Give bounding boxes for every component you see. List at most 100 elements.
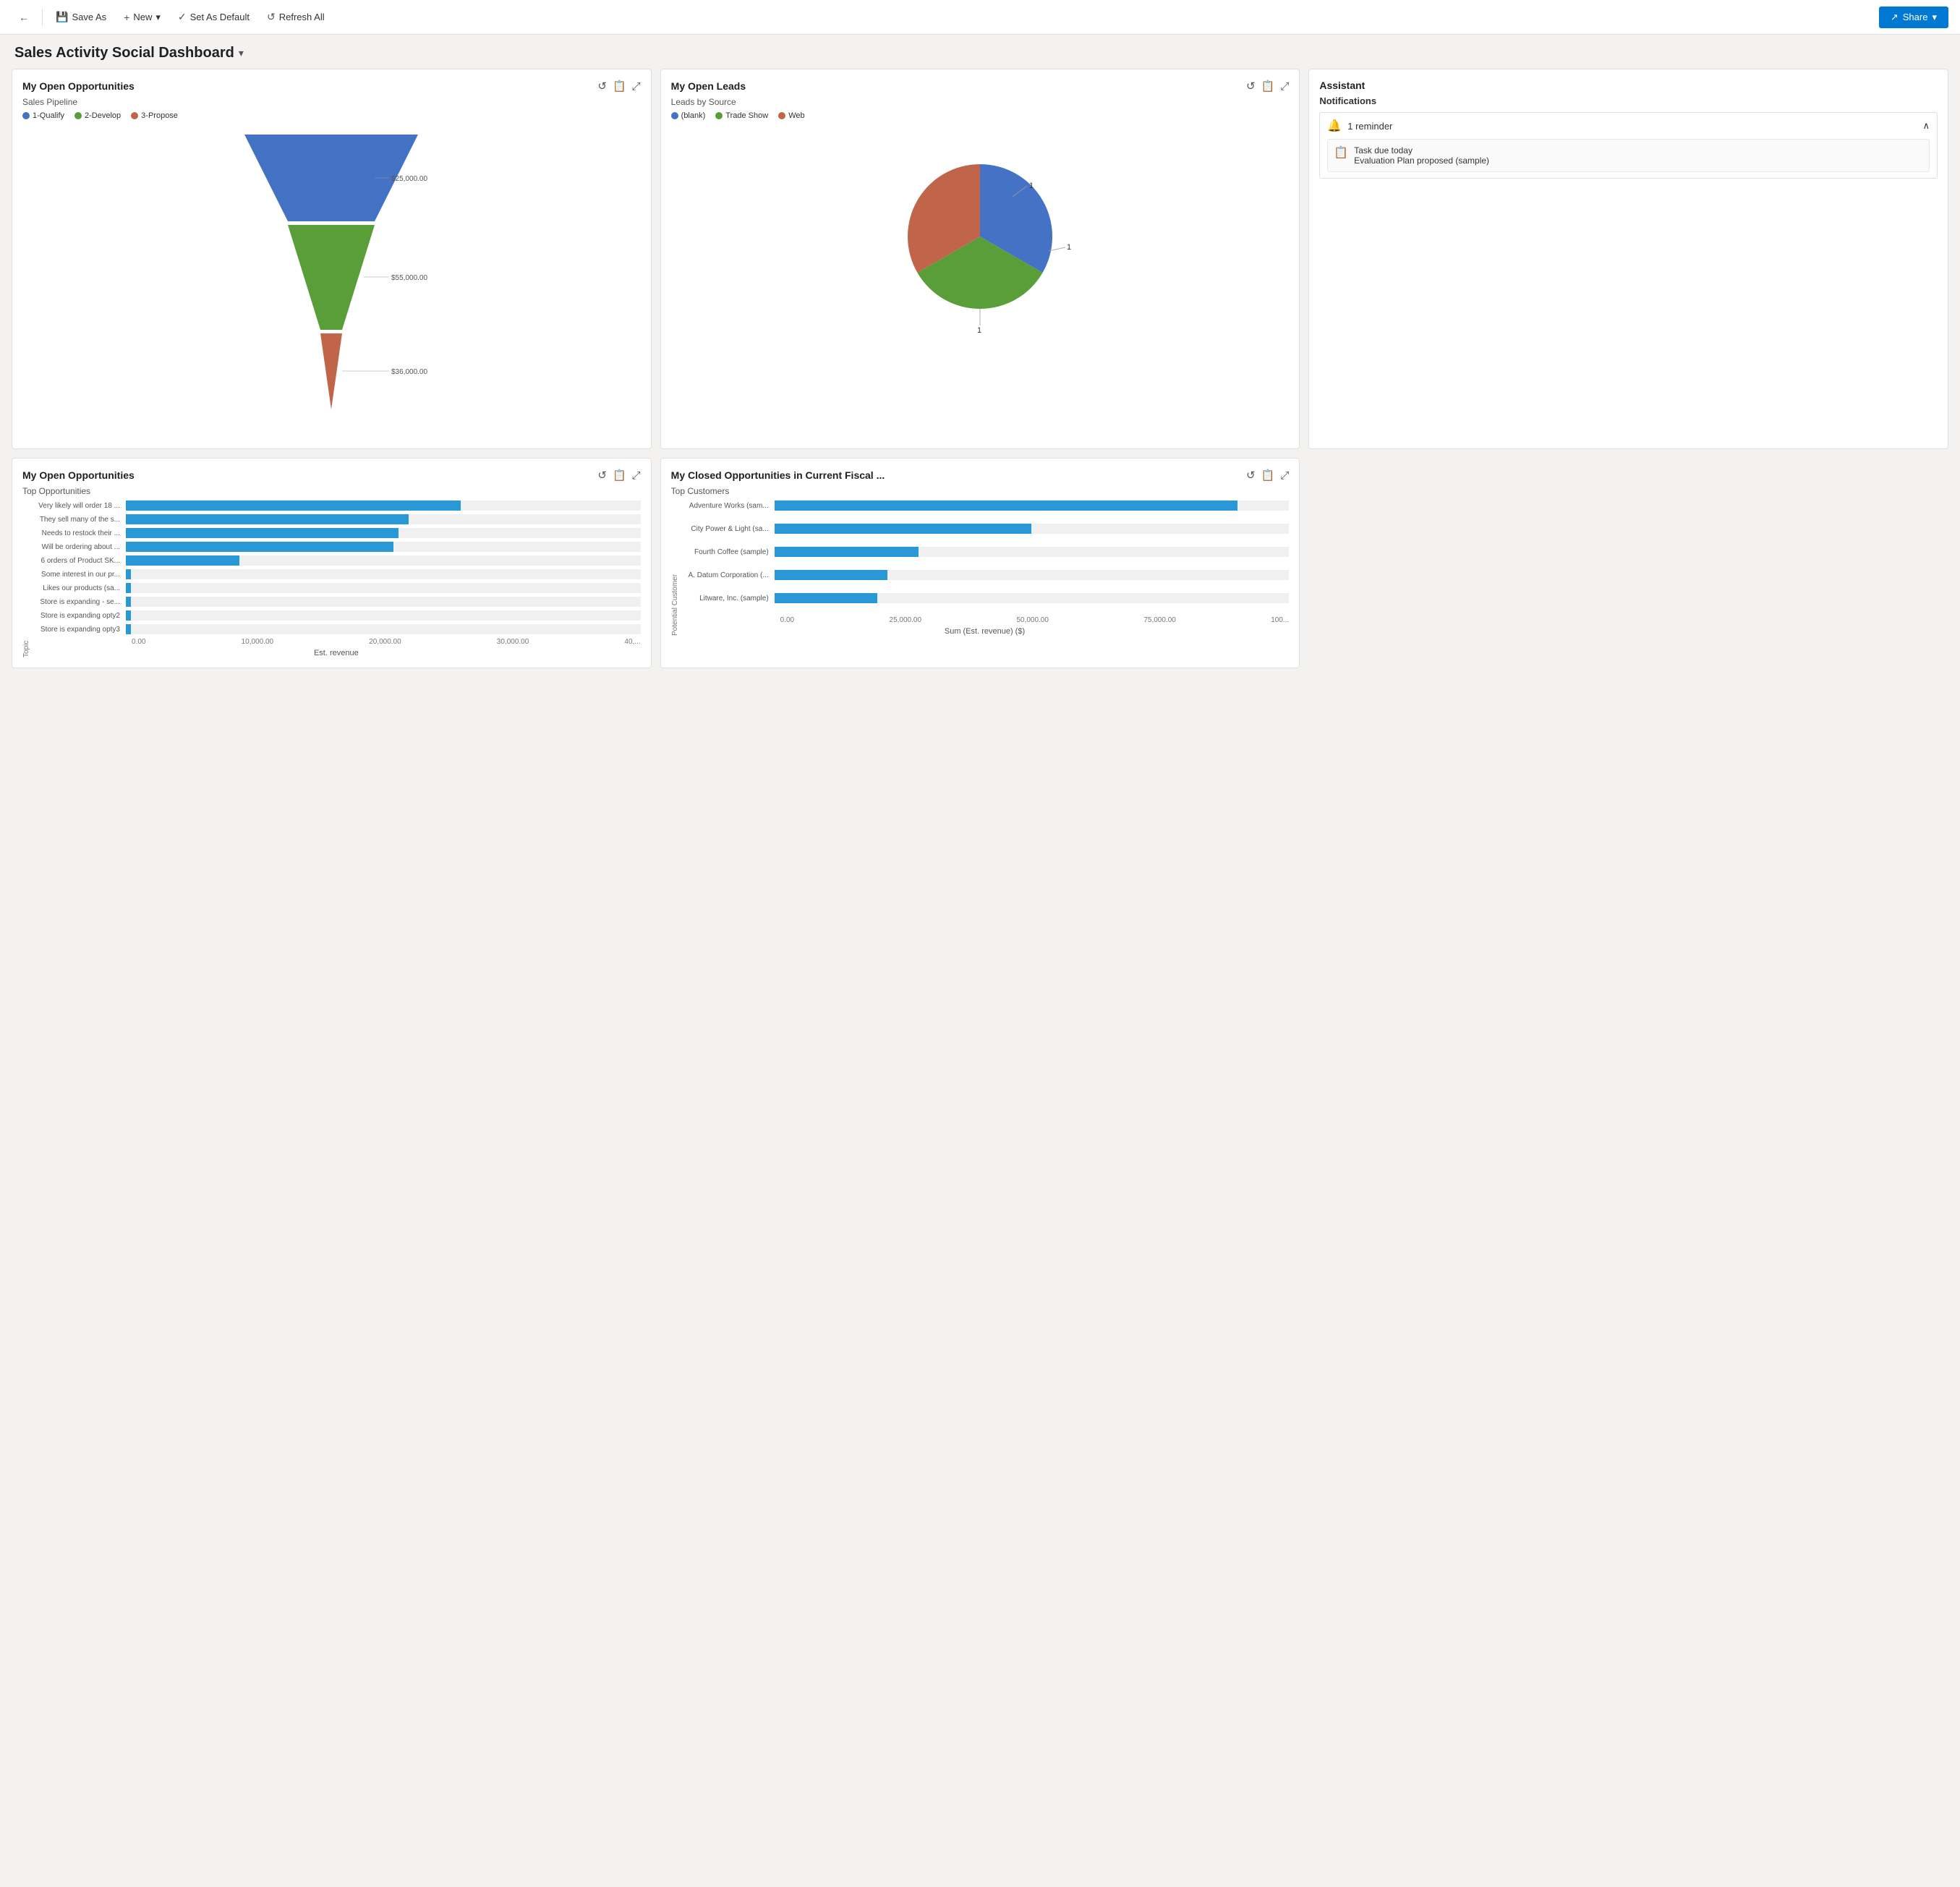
- legend-blank: (blank): [671, 111, 706, 120]
- closed-opp-export-btn[interactable]: 📋: [1261, 469, 1275, 482]
- new-button[interactable]: + New ▾: [116, 7, 168, 27]
- reminder-title-row[interactable]: 🔔 1 reminder ∧: [1327, 119, 1930, 133]
- bar-track: [126, 569, 641, 579]
- bar-label: Store is expanding opty2: [32, 612, 126, 620]
- closed-opp-refresh-btn[interactable]: ↺: [1246, 469, 1256, 482]
- bar-label: Very likely will order 18 ...: [32, 502, 126, 510]
- set-default-button[interactable]: ✓ Set As Default: [171, 7, 257, 27]
- open-opp-title: My Open Opportunities: [22, 80, 135, 92]
- closed-opp-subtitle: Top Customers: [671, 486, 1290, 496]
- bar-label: Litware, Inc. (sample): [681, 595, 775, 602]
- page-title-chevron-icon[interactable]: ▾: [239, 47, 244, 59]
- open-opp-export-btn[interactable]: 📋: [613, 80, 626, 93]
- top-opp-x-label: Est. revenue: [32, 649, 641, 657]
- reminder-content: 📋 Task due today Evaluation Plan propose…: [1327, 139, 1930, 172]
- bar-track: [126, 500, 641, 511]
- set-default-label: Set As Default: [190, 12, 250, 22]
- bar-fill: [775, 547, 919, 557]
- bar-track: [775, 547, 1290, 557]
- toolbar-divider-1: [42, 9, 43, 26]
- open-opp-header: My Open Opportunities ↺ 📋 ⤢: [22, 80, 641, 93]
- page-header: Sales Activity Social Dashboard ▾: [0, 35, 1960, 69]
- refresh-button[interactable]: ↺ Refresh All: [260, 7, 332, 27]
- bar-label: Store is expanding opty3: [32, 626, 126, 634]
- bar-row: Store is expanding opty3: [32, 624, 641, 634]
- bar-label: A. Datum Corporation (...: [681, 571, 775, 579]
- bar-track: [126, 624, 641, 634]
- bar-row: Will be ordering about ...: [32, 542, 641, 552]
- bar-fill: [126, 500, 461, 511]
- open-leads-export-btn[interactable]: 📋: [1261, 80, 1275, 93]
- back-icon: ←: [19, 12, 29, 23]
- legend-develop: 2-Develop: [74, 111, 121, 120]
- web-label: Web: [788, 111, 804, 120]
- bar-track: [126, 528, 641, 538]
- share-button[interactable]: ↗ Share ▾: [1879, 7, 1948, 28]
- bar-row: Litware, Inc. (sample): [681, 593, 1290, 603]
- open-leads-subtitle: Leads by Source: [671, 97, 1290, 107]
- funnel-chart: $25,000.00 $55,000.00 $36,000.00: [22, 127, 641, 431]
- bar-fill: [126, 569, 131, 579]
- reminder-count: 1 reminder: [1347, 121, 1392, 132]
- open-leads-expand-btn[interactable]: ⤢: [1280, 80, 1289, 93]
- bar-label: They sell many of the s...: [32, 516, 126, 524]
- funnel-label-3: $36,000.00: [391, 368, 427, 376]
- bar-label: Adventure Works (sam...: [681, 502, 775, 510]
- closed-opp-bar-chart: Adventure Works (sam... City Power & Lig…: [681, 500, 1290, 636]
- reminder-task-text: Task due today Evaluation Plan proposed …: [1354, 145, 1489, 166]
- assistant-header: Assistant: [1319, 80, 1938, 91]
- toolbar-right: ↗ Share ▾: [1879, 7, 1948, 28]
- bar-row: 6 orders of Product SK...: [32, 555, 641, 566]
- save-as-button[interactable]: 💾 Save As: [48, 7, 114, 27]
- open-leads-legend: (blank) Trade Show Web: [671, 111, 1290, 120]
- pie-label-tradeshow: 1: [1067, 243, 1071, 252]
- bar-track: [775, 524, 1290, 534]
- web-dot: [778, 112, 785, 119]
- top-opp-x-axis: 0.00 10,000.00 20,000.00 30,000.00 40,..…: [32, 638, 641, 646]
- closed-opportunities-card: My Closed Opportunities in Current Fisca…: [660, 458, 1300, 668]
- develop-label: 2-Develop: [85, 111, 121, 120]
- save-icon: 💾: [56, 11, 68, 23]
- open-leads-card: My Open Leads ↺ 📋 ⤢ Leads by Source (bla…: [660, 69, 1300, 449]
- closed-opp-title: My Closed Opportunities in Current Fisca…: [671, 469, 885, 481]
- bar-label: 6 orders of Product SK...: [32, 557, 126, 565]
- open-leads-actions: ↺ 📋 ⤢: [1246, 80, 1289, 93]
- open-opp-legend: 1-Qualify 2-Develop 3-Propose: [22, 111, 641, 120]
- open-opp-subtitle: Sales Pipeline: [22, 97, 641, 107]
- open-leads-header: My Open Leads ↺ 📋 ⤢: [671, 80, 1290, 93]
- open-opp-refresh-btn[interactable]: ↺: [597, 80, 607, 93]
- bar-fill: [126, 555, 239, 566]
- bar-track: [126, 597, 641, 607]
- top-opp-export-btn[interactable]: 📋: [613, 469, 626, 482]
- closed-opp-expand-btn[interactable]: ⤢: [1280, 469, 1289, 482]
- task-icon: 📋: [1334, 145, 1348, 160]
- bar-fill: [775, 593, 877, 603]
- legend-propose: 3-Propose: [131, 111, 178, 120]
- checkmark-icon: ✓: [178, 11, 187, 23]
- top-opp-title: My Open Opportunities: [22, 469, 135, 481]
- bar-row: Adventure Works (sam...: [681, 500, 1290, 511]
- bar-track: [126, 610, 641, 621]
- bar-label: Will be ordering about ...: [32, 543, 126, 551]
- share-icon: ↗: [1891, 12, 1899, 23]
- bar-label: Fourth Coffee (sample): [681, 548, 775, 556]
- open-leads-refresh-btn[interactable]: ↺: [1246, 80, 1256, 93]
- bar-fill: [775, 570, 888, 580]
- closed-opp-x-axis: 0.00 25,000.00 50,000.00 75,000.00 100..…: [681, 616, 1290, 624]
- top-opp-y-axis: Topic: [22, 500, 30, 657]
- bar-fill: [126, 610, 131, 621]
- top-opp-refresh-btn[interactable]: ↺: [597, 469, 607, 482]
- bar-row: A. Datum Corporation (...: [681, 570, 1290, 580]
- bar-label: Some interest in our pr...: [32, 571, 126, 579]
- tradeshow-dot: [715, 112, 723, 119]
- task-desc: Evaluation Plan proposed (sample): [1354, 156, 1489, 166]
- back-button[interactable]: ←: [12, 7, 36, 27]
- closed-opp-chart: Potential Customer Adventure Works (sam.…: [671, 500, 1290, 636]
- blank-label: (blank): [681, 111, 706, 120]
- share-chevron-icon: ▾: [1932, 12, 1937, 23]
- top-opp-expand-btn[interactable]: ⤢: [632, 469, 641, 482]
- pie-label-web: 1: [977, 326, 981, 335]
- qualify-label: 1-Qualify: [33, 111, 64, 120]
- pie-svg: 1 1 1: [886, 132, 1074, 349]
- open-opp-expand-btn[interactable]: ⤢: [632, 80, 641, 93]
